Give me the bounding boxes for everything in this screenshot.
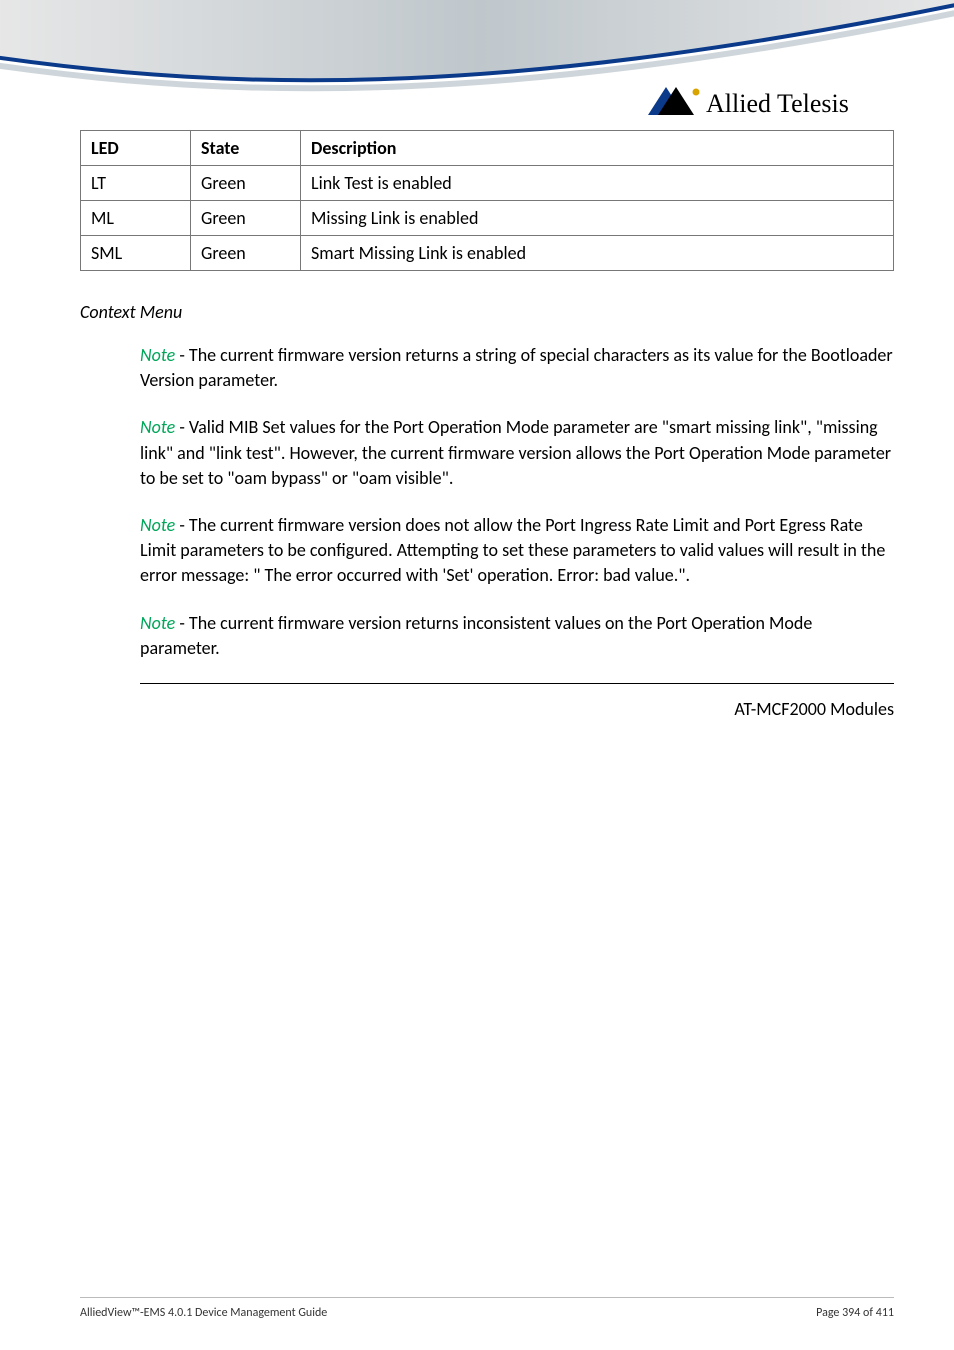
- cell-desc: Smart Missing Link is enabled: [301, 236, 894, 271]
- note-paragraph: Note - Valid MIB Set values for the Port…: [140, 415, 894, 491]
- brand-logo-text: Allied Telesis: [706, 89, 849, 118]
- note-text: - Valid MIB Set values for the Port Oper…: [140, 416, 891, 488]
- note-paragraph: Note - The current firmware version retu…: [140, 343, 894, 393]
- footer-left: AlliedView™-EMS 4.0.1 Device Management …: [80, 1306, 327, 1320]
- led-table: LED State Description LT Green Link Test…: [80, 130, 894, 271]
- cell-led: SML: [81, 236, 191, 271]
- note-label: Note: [140, 416, 175, 438]
- section-divider: [140, 683, 894, 684]
- note-label: Note: [140, 612, 175, 634]
- cell-state: Green: [191, 236, 301, 271]
- cell-desc: Missing Link is enabled: [301, 201, 894, 236]
- cell-led: ML: [81, 201, 191, 236]
- cell-state: Green: [191, 201, 301, 236]
- table-header-row: LED State Description: [81, 131, 894, 166]
- note-text: - The current firmware version does not …: [140, 514, 885, 586]
- cell-desc: Link Test is enabled: [301, 166, 894, 201]
- page-footer: AlliedView™-EMS 4.0.1 Device Management …: [80, 1297, 894, 1320]
- table-row: SML Green Smart Missing Link is enabled: [81, 236, 894, 271]
- section-heading: Context Menu: [80, 301, 894, 323]
- note-label: Note: [140, 514, 175, 536]
- note-text: - The current firmware version returns i…: [140, 612, 812, 659]
- brand-logo: Allied Telesis: [646, 85, 906, 121]
- note-label: Note: [140, 344, 175, 366]
- note-text: - The current firmware version returns a…: [140, 344, 893, 391]
- table-row: ML Green Missing Link is enabled: [81, 201, 894, 236]
- note-paragraph: Note - The current firmware version does…: [140, 513, 894, 589]
- module-label: AT-MCF2000 Modules: [80, 698, 894, 720]
- th-led: LED: [81, 131, 191, 166]
- cell-state: Green: [191, 166, 301, 201]
- note-paragraph: Note - The current firmware version retu…: [140, 611, 894, 661]
- th-state: State: [191, 131, 301, 166]
- th-desc: Description: [301, 131, 894, 166]
- cell-led: LT: [81, 166, 191, 201]
- table-row: LT Green Link Test is enabled: [81, 166, 894, 201]
- footer-right: Page 394 of 411: [816, 1306, 894, 1320]
